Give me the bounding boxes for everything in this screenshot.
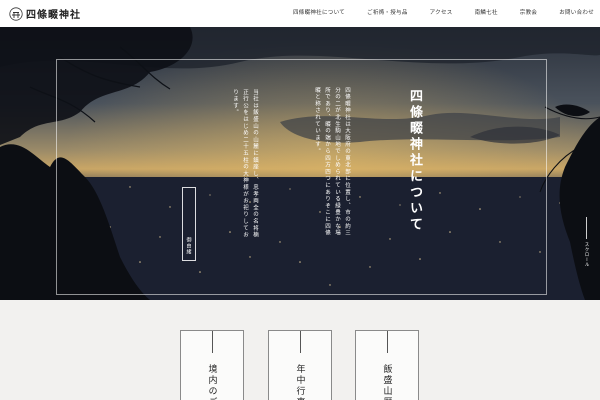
history-button[interactable]: 御由緒 xyxy=(182,187,196,261)
nav-prayers[interactable]: ご祈祷・授与品 xyxy=(367,8,408,16)
hero-paragraph-1: 四條畷神社は大阪府の東北部に位置し、市の約三分の二が北生駒山地でしめられている緑… xyxy=(314,87,350,237)
logo-text: 四條畷神社 xyxy=(26,10,81,21)
card-label: 境内のご xyxy=(206,364,217,400)
card-label: 年中行事 xyxy=(294,364,305,400)
main-nav: 四條畷神社について ご祈祷・授与品 アクセス 南鱗七社 宗教会 お問い合わせ xyxy=(271,8,594,16)
card-divider xyxy=(387,331,388,353)
card-precincts[interactable]: 境内のご xyxy=(180,330,244,400)
nav-about[interactable]: 四條畷神社について xyxy=(293,8,345,16)
hero-frame xyxy=(56,59,547,295)
hero-paragraph-2: 当社は飯盛山の山麓に鎮座し、忠孝両全の名将楠正行公をはじめ二十五柱の大神様がお祀… xyxy=(232,89,258,239)
shrine-crest-icon xyxy=(9,6,23,21)
card-divider xyxy=(212,331,213,353)
nav-access[interactable]: アクセス xyxy=(430,8,453,16)
nav-association[interactable]: 宗教会 xyxy=(520,8,537,16)
scroll-indicator[interactable]: スクロール xyxy=(583,242,589,267)
nav-shrines[interactable]: 南鱗七社 xyxy=(475,8,498,16)
hero-title: 四條畷神社について xyxy=(407,89,422,233)
card-events[interactable]: 年中行事 xyxy=(268,330,332,400)
card-label: 飯盛山歴 xyxy=(381,364,392,400)
scroll-line xyxy=(586,217,587,239)
hero-section: 四條畷神社について 四條畷神社は大阪府の東北部に位置し、市の約三分の二が北生駒山… xyxy=(0,27,600,300)
card-mount-iimori[interactable]: 飯盛山歴 xyxy=(355,330,419,400)
page: 四條畷神社 四條畷神社について ご祈祷・授与品 アクセス 南鱗七社 宗教会 お問… xyxy=(0,0,600,400)
nav-contact[interactable]: お問い合わせ xyxy=(559,8,594,16)
card-divider xyxy=(300,331,301,353)
site-header: 四條畷神社 四條畷神社について ご祈祷・授与品 アクセス 南鱗七社 宗教会 お問… xyxy=(0,0,600,27)
history-button-label: 御由緒 xyxy=(185,237,192,255)
site-logo[interactable]: 四條畷神社 xyxy=(9,6,81,21)
